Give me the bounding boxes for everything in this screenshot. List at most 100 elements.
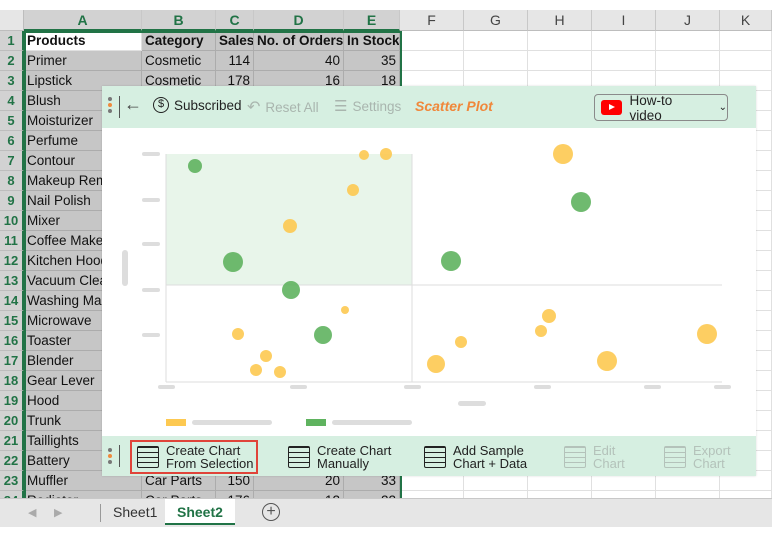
row-header[interactable]: 15 [0,311,24,331]
cell[interactable] [464,491,528,498]
row-header[interactable]: 19 [0,391,24,411]
cell[interactable] [400,491,464,498]
cell[interactable] [656,491,720,498]
youtube-icon [601,100,622,115]
legend-swatch [166,419,186,426]
reset-label: Reset All [265,99,319,115]
cell[interactable] [464,31,528,51]
column-header-H[interactable]: H [528,10,592,31]
cell[interactable] [528,51,592,71]
row-header[interactable]: 12 [0,251,24,271]
subscribed-button[interactable]: $ Subscribed [153,97,242,113]
cell[interactable] [656,51,720,71]
action-label: Create Chart From Selection [166,443,254,471]
cell[interactable]: 114 [216,51,254,71]
cell[interactable]: Sales [216,31,254,51]
scroll-left-icon[interactable]: ◀ [28,506,36,519]
drag-handle-icon[interactable] [108,448,113,466]
action-icon [564,446,586,468]
row-header[interactable]: 6 [0,131,24,151]
row-header[interactable]: 11 [0,231,24,251]
row-header[interactable]: 18 [0,371,24,391]
row-header[interactable]: 5 [0,111,24,131]
scatter-point [553,144,573,164]
cell[interactable] [528,31,592,51]
cell[interactable]: In Stock [344,31,400,51]
column-header-I[interactable]: I [592,10,656,31]
cell[interactable] [656,31,720,51]
column-header-D[interactable]: D [254,10,344,31]
cell[interactable] [720,51,772,71]
cell[interactable] [400,51,464,71]
cell[interactable]: 12 [254,491,344,498]
column-header-F[interactable]: F [400,10,464,31]
cell[interactable]: 35 [344,51,400,71]
chart-type-title: Scatter Plot [415,98,493,114]
how-to-label: How-to video [629,92,673,123]
drag-handle-icon[interactable] [108,97,113,115]
row-header[interactable]: 17 [0,351,24,371]
scatter-point [223,252,243,272]
cell[interactable]: Primer [24,51,142,71]
cell[interactable] [464,51,528,71]
column-header-A[interactable]: A [24,10,142,31]
cell[interactable] [400,31,464,51]
cell[interactable] [528,491,592,498]
action-button-1[interactable]: Create Chart Manually [288,442,391,472]
column-header-C[interactable]: C [216,10,254,31]
cell[interactable]: Radiator [24,491,142,498]
tab-sheet1[interactable]: Sheet1 [101,499,169,525]
row-header[interactable]: 23 [0,471,24,491]
row-header[interactable]: 16 [0,331,24,351]
cell[interactable]: 176 [216,491,254,498]
row-header[interactable]: 22 [0,451,24,471]
column-header-J[interactable]: J [656,10,720,31]
row-header[interactable]: 24 [0,491,24,498]
reset-all-button[interactable]: ↶ Reset All [247,97,319,117]
cell[interactable] [592,491,656,498]
row-header[interactable]: 7 [0,151,24,171]
select-all-corner[interactable] [0,10,24,31]
row-header[interactable]: 8 [0,171,24,191]
back-arrow-icon[interactable]: ← [124,94,142,115]
tab-sheet2[interactable]: Sheet2 [165,499,235,525]
row-header[interactable]: 14 [0,291,24,311]
cell[interactable] [592,31,656,51]
column-header-G[interactable]: G [464,10,528,31]
action-button-4[interactable]: Export Chart [664,442,731,472]
sliders-icon: ☰ [334,98,348,115]
cell[interactable]: Cosmetic [142,51,216,71]
cell[interactable] [720,491,772,498]
cell[interactable]: Products [24,31,142,51]
column-header-B[interactable]: B [142,10,216,31]
settings-button[interactable]: ☰ Settings [334,97,401,115]
cell[interactable]: Car Parts [142,491,216,498]
row-header[interactable]: 10 [0,211,24,231]
row-header[interactable]: 1 [0,31,24,51]
cell[interactable]: No. of Orders [254,31,344,51]
cell[interactable]: 40 [254,51,344,71]
action-button-2[interactable]: Add Sample Chart + Data [424,442,527,472]
cell[interactable]: Category [142,31,216,51]
row-header[interactable]: 4 [0,91,24,111]
column-header-K[interactable]: K [720,10,772,31]
row-header[interactable]: 2 [0,51,24,71]
scatter-point [427,355,445,373]
cell[interactable] [720,31,772,51]
row-header[interactable]: 13 [0,271,24,291]
row-header[interactable]: 20 [0,411,24,431]
row-header[interactable]: 3 [0,71,24,91]
how-to-video-dropdown[interactable]: How-to video ⌄ [594,92,728,123]
cell[interactable] [592,51,656,71]
action-icon [288,446,310,468]
action-button-0[interactable]: Create Chart From Selection [129,440,259,474]
y-tick-placeholder [142,242,160,246]
cell[interactable]: 22 [344,491,400,498]
scroll-right-icon[interactable]: ▶ [54,506,62,519]
column-header-E[interactable]: E [344,10,400,31]
row-header[interactable]: 21 [0,431,24,451]
row-header[interactable]: 9 [0,191,24,211]
scatter-point [250,364,262,376]
action-button-3[interactable]: Edit Chart [564,442,625,472]
add-sheet-button[interactable]: + [262,503,280,521]
